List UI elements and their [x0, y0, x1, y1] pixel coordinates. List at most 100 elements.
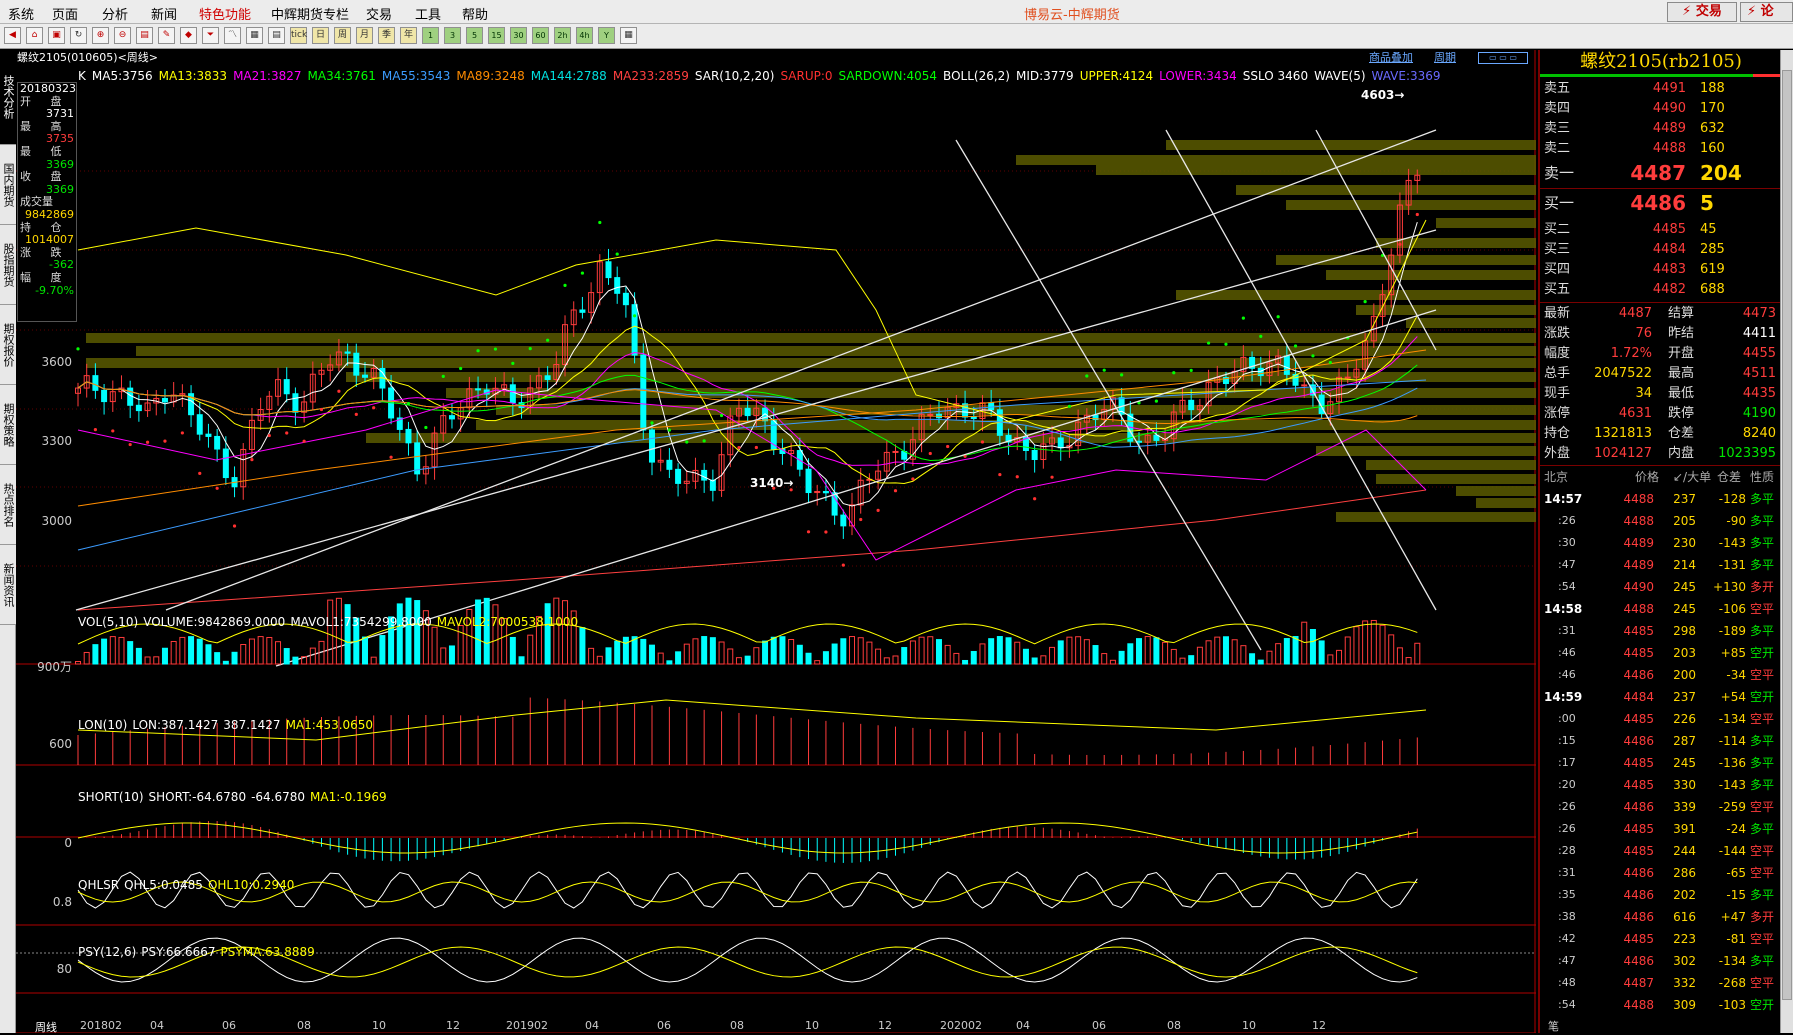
menu-help[interactable]: 帮助: [462, 4, 488, 23]
candle-body: [648, 429, 655, 463]
tick-row[interactable]: :42 4485 223 -81 空平: [1540, 928, 1782, 950]
tick-nature: 多平: [1750, 558, 1775, 572]
tab-option-quotes[interactable]: 期权报价: [0, 305, 16, 385]
tick-row[interactable]: :46 4486 200 -34 空平: [1540, 664, 1782, 686]
refresh-icon[interactable]: ↻: [70, 27, 87, 44]
bid-row-5[interactable]: 买五 4482 688: [1540, 280, 1782, 300]
tab-index-futures[interactable]: 股指期货: [0, 225, 16, 305]
scrollbar[interactable]: [1780, 50, 1793, 1033]
tick-row[interactable]: 14:58 4488 245 -106 空平: [1540, 598, 1782, 620]
menu-system[interactable]: 系统: [8, 4, 34, 23]
tick-row[interactable]: :47 4489 214 -131 多平: [1540, 554, 1782, 576]
tab-domestic-futures[interactable]: 国内期货: [0, 145, 16, 225]
menu-features[interactable]: 特色功能: [199, 4, 251, 23]
month-icon[interactable]: 月: [356, 27, 373, 44]
volume-bar: [1353, 626, 1360, 665]
menu-trade[interactable]: 交易: [366, 4, 392, 23]
window-controls-icon[interactable]: ▭ ▭ ▭: [1478, 52, 1528, 64]
tick-row[interactable]: :26 4486 339 -259 空平: [1540, 796, 1782, 818]
ask-row-4[interactable]: 卖四 4490 170: [1540, 99, 1782, 119]
ask-row-2[interactable]: 卖二 4488 160: [1540, 139, 1782, 159]
tick-row[interactable]: :47 4486 302 -134 多平: [1540, 950, 1782, 972]
menu-analysis[interactable]: 分析: [102, 4, 128, 23]
scrollbar-thumb[interactable]: [1782, 70, 1792, 1000]
tick-row[interactable]: :15 4486 287 -114 多平: [1540, 730, 1782, 752]
tick-row[interactable]: :30 4489 230 -143 多平: [1540, 532, 1782, 554]
bid-row-1[interactable]: 买一 4486 5: [1540, 190, 1782, 216]
4h-icon[interactable]: 4h: [576, 27, 593, 44]
bid-row-4[interactable]: 买四 4483 619: [1540, 260, 1782, 280]
tick-row[interactable]: :00 4485 226 -134 空平: [1540, 708, 1782, 730]
tab-hot-ranking[interactable]: 热点排名: [0, 465, 16, 545]
day-icon[interactable]: 日: [312, 27, 329, 44]
indicator-label: MA233:2859: [612, 69, 689, 83]
tick-row[interactable]: :31 4486 286 -65 空平: [1540, 862, 1782, 884]
table-icon[interactable]: ▦: [246, 27, 263, 44]
menu-zhonghui-column[interactable]: 中辉期货专栏: [271, 4, 349, 23]
tick-row[interactable]: :26 4488 205 -90 多平: [1540, 510, 1782, 532]
tick-row[interactable]: :46 4485 203 +85 空开: [1540, 642, 1782, 664]
1min-icon[interactable]: 1: [422, 27, 439, 44]
volume-bar: [292, 656, 299, 665]
stat-value: 1023395: [1718, 446, 1776, 461]
zoom-out-icon[interactable]: ⊖: [114, 27, 131, 44]
menu-news[interactable]: 新闻: [151, 4, 177, 23]
5min-icon[interactable]: 5: [466, 27, 483, 44]
tick-row[interactable]: :54 4488 309 -103 空开: [1540, 994, 1782, 1016]
paint-icon[interactable]: ◆: [180, 27, 197, 44]
menu-page[interactable]: 页面: [52, 4, 78, 23]
overlay-link[interactable]: 商品叠加: [1369, 50, 1413, 66]
ask-row-5[interactable]: 卖五 4491 188: [1540, 79, 1782, 99]
multiday-icon[interactable]: Y: [598, 27, 615, 44]
tick-row[interactable]: 14:57 4488 237 -128 多平: [1540, 488, 1782, 510]
trade-button[interactable]: ⚡ 交易: [1667, 2, 1737, 22]
bid-row-2[interactable]: 买二 4485 45: [1540, 220, 1782, 240]
draw-icon[interactable]: ✎: [158, 27, 175, 44]
tick-row[interactable]: 14:59 4484 237 +54 空开: [1540, 686, 1782, 708]
week-icon[interactable]: 周: [334, 27, 351, 44]
list-icon[interactable]: ▤: [268, 27, 285, 44]
candle-body: [475, 388, 482, 391]
tick-row[interactable]: :48 4487 332 -268 空平: [1540, 972, 1782, 994]
tick-row[interactable]: :28 4485 244 -144 空平: [1540, 840, 1782, 862]
season-icon[interactable]: 季: [378, 27, 395, 44]
tick-row[interactable]: :17 4485 245 -136 多平: [1540, 752, 1782, 774]
tick-row[interactable]: :38 4486 616 +47 多开: [1540, 906, 1782, 928]
3min-icon[interactable]: 3: [444, 27, 461, 44]
open-icon[interactable]: ▣: [48, 27, 65, 44]
discuss-button[interactable]: ⚡ 论: [1740, 2, 1793, 22]
tab-technical-analysis[interactable]: 技术分析: [0, 50, 16, 145]
zoom-in-icon[interactable]: ⊕: [92, 27, 109, 44]
calc-icon[interactable]: ▦: [620, 27, 637, 44]
tab-news-info[interactable]: 新闻资讯: [0, 545, 16, 625]
tab-option-strategy[interactable]: 期权策略: [0, 385, 16, 465]
tick-nature: 空平: [1750, 800, 1775, 814]
30min-icon[interactable]: 30: [510, 27, 527, 44]
chart-icon[interactable]: 〽: [224, 27, 241, 44]
back-icon[interactable]: ◀: [4, 27, 21, 44]
tick-row[interactable]: :35 4486 202 -15 多平: [1540, 884, 1782, 906]
save-icon[interactable]: ▤: [136, 27, 153, 44]
tick-row[interactable]: :31 4485 298 -189 多平: [1540, 620, 1782, 642]
bid-row-3[interactable]: 买三 4484 285: [1540, 240, 1782, 260]
x-tick: 12: [1312, 1019, 1326, 1032]
home-icon[interactable]: ⌂: [26, 27, 43, 44]
filter-icon[interactable]: ⏷: [202, 27, 219, 44]
tick-row[interactable]: :26 4485 391 -24 多平: [1540, 818, 1782, 840]
ask-row-1[interactable]: 卖一 4487 204: [1540, 160, 1782, 186]
tick-header-nature: 性质: [1750, 470, 1775, 484]
candle-body: [1283, 355, 1290, 375]
15min-icon[interactable]: 15: [488, 27, 505, 44]
tick-row[interactable]: :54 4490 245 +130 多开: [1540, 576, 1782, 598]
year-icon[interactable]: 年: [400, 27, 417, 44]
volume-bar: [622, 636, 629, 665]
tick-icon[interactable]: tick: [290, 27, 307, 44]
ask-row-3[interactable]: 卖三 4489 632: [1540, 119, 1782, 139]
tick-row[interactable]: :20 4485 330 -143 多平: [1540, 774, 1782, 796]
menu-tools[interactable]: 工具: [415, 4, 441, 23]
sar-dot: [511, 361, 515, 365]
2h-icon[interactable]: 2h: [554, 27, 571, 44]
period-link[interactable]: 周期: [1434, 50, 1456, 66]
sar-dot: [145, 440, 150, 444]
60min-icon[interactable]: 60: [532, 27, 549, 44]
